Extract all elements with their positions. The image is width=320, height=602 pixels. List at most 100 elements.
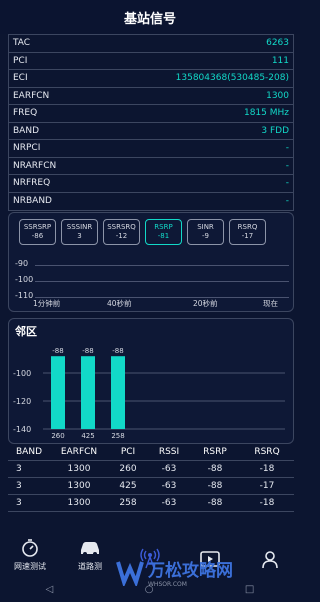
trend-y-tick: -110 bbox=[15, 291, 34, 300]
table-cell: -18 bbox=[259, 464, 275, 474]
metric-name: SSRSRP bbox=[23, 223, 52, 231]
table-cell: 1300 bbox=[67, 464, 91, 474]
tab-rsrq[interactable]: RSRQ -17 bbox=[229, 219, 266, 245]
table-cell: 258 bbox=[119, 498, 137, 508]
trend-gridline bbox=[35, 297, 289, 298]
trend-gridline bbox=[35, 281, 289, 282]
column-header: EARFCN bbox=[60, 447, 98, 457]
column-header: PCI bbox=[120, 447, 136, 457]
tab-sssinr[interactable]: SSSINR 3 bbox=[61, 219, 98, 245]
table-cell: -88 bbox=[207, 464, 223, 474]
nav-label: 道路测 bbox=[78, 562, 102, 571]
info-value: - bbox=[285, 196, 289, 207]
table-cell: 3 bbox=[16, 481, 22, 491]
tab-sinr[interactable]: SINR -9 bbox=[187, 219, 224, 245]
info-key: NRFREQ bbox=[13, 178, 51, 189]
cell-chart-y-tick: -140 bbox=[13, 425, 31, 434]
info-key: PCI bbox=[13, 55, 28, 66]
cell-chart-category-label: 260 bbox=[51, 432, 64, 440]
info-value: 1815 MHz bbox=[243, 108, 289, 119]
trend-x-tick: 现在 bbox=[263, 299, 278, 308]
table-cell: 425 bbox=[119, 481, 137, 491]
info-row-earfcn: EARFCN 1300 bbox=[9, 88, 293, 105]
trend-y-tick: -90 bbox=[15, 259, 29, 268]
metric-name: SSRSRQ bbox=[107, 223, 136, 231]
column-header: BAND bbox=[16, 447, 42, 457]
metric-value: -86 bbox=[31, 232, 44, 240]
neighbor-cells-bar-chart: -100 -120 -140 -88 260 -88 425 -88 258 bbox=[13, 347, 285, 440]
serving-cell-info-table: TAC 6263 PCI 111 ECI 135804368(530485-208) … bbox=[8, 34, 294, 211]
trend-y-tick: -100 bbox=[15, 275, 34, 284]
table-cell: -63 bbox=[161, 498, 177, 508]
table-cell: -88 bbox=[207, 498, 223, 508]
info-row-pci: PCI 111 bbox=[9, 53, 293, 70]
info-row-band: BAND 3 FDD bbox=[9, 123, 293, 140]
table-cell: -88 bbox=[207, 481, 223, 491]
watermark-url: WHSOR.COM bbox=[148, 581, 187, 588]
cell-chart-value-label: -88 bbox=[82, 347, 93, 355]
column-header: RSSI bbox=[158, 447, 180, 457]
car-icon bbox=[81, 542, 99, 556]
info-row-nrband: NRBAND - bbox=[9, 193, 293, 211]
trend-gridline bbox=[35, 265, 289, 266]
tab-rsrp[interactable]: RSRP -81 bbox=[145, 219, 182, 245]
watermark-name: 万松攻略网 bbox=[148, 561, 233, 581]
tab-ssrsrq[interactable]: SSRSRQ -12 bbox=[103, 219, 140, 245]
table-cell: -18 bbox=[259, 498, 275, 508]
info-value: 135804368(530485-208) bbox=[175, 73, 289, 84]
metric-value: -9 bbox=[202, 232, 209, 240]
watermark-logo-icon bbox=[116, 561, 144, 586]
info-value: - bbox=[285, 143, 289, 154]
title-bar: 基站信号 bbox=[0, 0, 300, 34]
cell-chart-bar bbox=[81, 356, 95, 429]
signal-trend-panel: SSRSRP -86 SSSINR 3 SSRSRQ -12 RSRP -81 SINR… bbox=[8, 212, 294, 312]
nav-speed-test[interactable]: 网速测试 bbox=[0, 530, 60, 576]
metric-value: -17 bbox=[241, 232, 254, 240]
metric-name: RSRQ bbox=[237, 223, 258, 231]
table-cell: -17 bbox=[259, 481, 275, 491]
neighbor-cells-table: BAND EARFCN PCI RSSI RSRP RSRQ 3 1300 26… bbox=[8, 444, 294, 512]
table-cell: 1300 bbox=[67, 481, 91, 491]
info-value: - bbox=[285, 178, 289, 189]
metric-value: -81 bbox=[157, 232, 170, 240]
user-icon bbox=[262, 551, 278, 569]
info-value: - bbox=[285, 160, 289, 171]
metric-name: SSSINR bbox=[66, 223, 93, 231]
trend-x-tick: 40秒前 bbox=[107, 299, 132, 308]
tab-ssrsrp[interactable]: SSRSRP -86 bbox=[19, 219, 56, 245]
cell-chart-y-tick: -100 bbox=[13, 369, 31, 378]
metric-value: 3 bbox=[77, 232, 82, 240]
info-row-freq: FREQ 1815 MHz bbox=[9, 105, 293, 123]
cell-chart-bar bbox=[111, 356, 125, 429]
trend-x-tick: 1分钟前 bbox=[33, 299, 61, 308]
nav-road-test[interactable]: 道路测 bbox=[60, 530, 120, 576]
info-row-nrfreq: NRFREQ - bbox=[9, 175, 293, 193]
info-key: FREQ bbox=[13, 108, 38, 119]
trend-x-tick: 20秒前 bbox=[193, 299, 218, 308]
neighbor-cells-panel: 邻区 -100 -120 -140 -88 260 -88 425 -88 258 bbox=[8, 318, 294, 444]
table-cell: 3 bbox=[16, 464, 22, 474]
table-row: 3 1300 260 -63 -88 -18 bbox=[8, 461, 294, 478]
cell-chart-category-label: 258 bbox=[111, 432, 124, 440]
metric-name: RSRP bbox=[154, 223, 173, 231]
info-key: BAND bbox=[13, 125, 39, 136]
metric-tabs: SSRSRP -86 SSSINR 3 SSRSRQ -12 RSRP -81 SINR… bbox=[19, 219, 266, 245]
info-key: ECI bbox=[13, 73, 28, 84]
cell-chart-value-label: -88 bbox=[52, 347, 63, 355]
info-value: 111 bbox=[271, 55, 289, 66]
table-header: BAND EARFCN PCI RSSI RSRP RSRQ bbox=[8, 444, 294, 461]
metric-value: -12 bbox=[115, 232, 128, 240]
info-key: NRBAND bbox=[13, 196, 52, 207]
stopwatch-icon bbox=[22, 539, 38, 557]
recents-icon[interactable]: □ bbox=[245, 584, 254, 595]
table-cell: 260 bbox=[119, 464, 137, 474]
info-row-tac: TAC 6263 bbox=[9, 35, 293, 53]
table-row: 3 1300 258 -63 -88 -18 bbox=[8, 495, 294, 512]
info-value: 3 FDD bbox=[261, 125, 289, 136]
table-cell: -63 bbox=[161, 481, 177, 491]
back-icon[interactable]: ◁ bbox=[46, 584, 54, 595]
nav-profile[interactable] bbox=[240, 530, 300, 576]
metric-name: SINR bbox=[197, 223, 214, 231]
cell-chart-category-label: 425 bbox=[81, 432, 94, 440]
info-value: 1300 bbox=[266, 90, 289, 101]
